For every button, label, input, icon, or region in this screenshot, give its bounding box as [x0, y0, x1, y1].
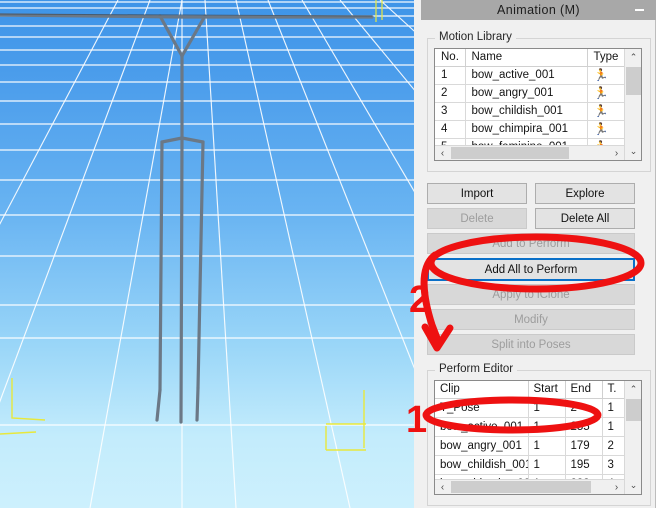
scroll-down-icon[interactable]: ⌄	[625, 477, 641, 494]
cell-end: 2	[565, 398, 603, 418]
scroll-up-icon[interactable]: ⌃	[625, 49, 641, 66]
cell-end: 179	[565, 436, 603, 456]
cell-clip: bow_childish_001	[435, 455, 529, 475]
scroll-left-icon[interactable]: ‹	[435, 146, 450, 160]
cell-start: 1	[528, 455, 566, 475]
run-icon: 🏃	[587, 66, 626, 85]
cell-start: 1	[528, 436, 566, 456]
perform-editor-vertical-scrollbar[interactable]: ⌃ ⌄	[624, 381, 641, 494]
motion-library-group: Motion Library No. Name Type 1 bow_activ…	[427, 31, 651, 172]
table-row[interactable]: bow_active_001 1 255 1	[435, 417, 626, 437]
scroll-right-icon[interactable]: ›	[609, 480, 624, 494]
table-row[interactable]: bow_angry_001 1 179 2	[435, 436, 626, 456]
cell-t: 1	[602, 417, 626, 437]
import-button[interactable]: Import	[427, 183, 527, 204]
run-icon: 🏃	[587, 102, 626, 121]
column-header-t[interactable]: T.	[602, 381, 626, 399]
cell-name: bow_chimpira_001	[465, 120, 588, 139]
cell-no: 1	[435, 66, 466, 85]
perform-editor-horizontal-scrollbar[interactable]: ‹ ›	[435, 479, 624, 494]
cell-t: 3	[602, 455, 626, 475]
cell-clip: T_Pose	[435, 398, 529, 418]
panel-body: Motion Library No. Name Type 1 bow_activ…	[421, 20, 656, 508]
scrollbar-thumb[interactable]	[451, 481, 591, 493]
perform-editor-list[interactable]: Clip Start End T. T_Pose 1 2 1 bow_activ…	[434, 380, 642, 495]
modify-button: Modify	[427, 309, 635, 330]
table-row[interactable]: 4 bow_chimpira_001 🏃	[435, 120, 626, 139]
motion-library-list[interactable]: No. Name Type 1 bow_active_001 🏃 2 bow_a…	[434, 48, 642, 161]
cell-clip: bow_angry_001	[435, 436, 529, 456]
scrollbar-thumb[interactable]	[451, 147, 569, 159]
table-row[interactable]: T_Pose 1 2 1	[435, 398, 626, 418]
minimize-button[interactable]	[630, 0, 648, 20]
scroll-left-icon[interactable]: ‹	[435, 480, 450, 494]
cell-start: 1	[528, 417, 566, 437]
motion-library-vertical-scrollbar[interactable]: ⌃ ⌄	[624, 49, 641, 160]
add-all-to-perform-button[interactable]: Add All to Perform	[427, 258, 635, 281]
cell-name: bow_childish_001	[465, 102, 588, 121]
explore-button[interactable]: Explore	[535, 183, 635, 204]
viewport-grid	[0, 0, 414, 508]
delete-all-button[interactable]: Delete All	[535, 208, 635, 229]
column-header-clip[interactable]: Clip	[435, 381, 529, 399]
application-window: Animation (M) Motion Library No. Name Ty…	[0, 0, 656, 508]
cell-no: 4	[435, 120, 466, 139]
perform-editor-table: Clip Start End T. T_Pose 1 2 1 bow_activ…	[435, 381, 626, 494]
motion-library-horizontal-scrollbar[interactable]: ‹ ›	[435, 145, 624, 160]
delete-button: Delete	[427, 208, 527, 229]
3d-viewport[interactable]	[0, 0, 414, 508]
cell-end: 195	[565, 455, 603, 475]
apply-to-iclone-button: Apply to iClone	[427, 284, 635, 305]
cell-end: 255	[565, 417, 603, 437]
animation-panel: Animation (M) Motion Library No. Name Ty…	[414, 0, 656, 508]
cell-name: bow_angry_001	[465, 84, 588, 103]
table-header-row: No. Name Type	[435, 49, 626, 67]
column-header-start[interactable]: Start	[528, 381, 566, 399]
column-header-end[interactable]: End	[565, 381, 603, 399]
cell-t: 2	[602, 436, 626, 456]
table-row[interactable]: 2 bow_angry_001 🏃	[435, 84, 626, 103]
cell-start: 1	[528, 398, 566, 418]
column-header-type[interactable]: Type	[587, 49, 626, 67]
run-icon: 🏃	[587, 84, 626, 103]
table-row[interactable]: 1 bow_active_001 🏃	[435, 66, 626, 85]
table-row[interactable]: bow_childish_001 1 195 3	[435, 455, 626, 475]
scroll-up-icon[interactable]: ⌃	[625, 381, 641, 398]
run-icon: 🏃	[587, 120, 626, 139]
column-header-name[interactable]: Name	[465, 49, 588, 67]
motion-library-label: Motion Library	[435, 31, 516, 43]
cell-t: 1	[602, 398, 626, 418]
scrollbar-thumb[interactable]	[626, 399, 641, 421]
perform-editor-label: Perform Editor	[435, 363, 518, 375]
scroll-right-icon[interactable]: ›	[609, 146, 624, 160]
table-header-row: Clip Start End T.	[435, 381, 626, 399]
motion-library-table: No. Name Type 1 bow_active_001 🏃 2 bow_a…	[435, 49, 626, 157]
split-into-poses-button: Split into Poses	[427, 334, 635, 355]
panel-titlebar[interactable]: Animation (M)	[421, 0, 656, 20]
cell-clip: bow_active_001	[435, 417, 529, 437]
scrollbar-thumb[interactable]	[626, 67, 641, 95]
perform-editor-group: Perform Editor Clip Start End T. T_Pose …	[427, 363, 651, 506]
cell-name: bow_active_001	[465, 66, 588, 85]
column-header-no[interactable]: No.	[435, 49, 466, 67]
panel-title: Animation (M)	[497, 3, 580, 17]
cell-no: 3	[435, 102, 466, 121]
cell-no: 2	[435, 84, 466, 103]
table-row[interactable]: 3 bow_childish_001 🏃	[435, 102, 626, 121]
add-to-perform-button: Add to Perform	[427, 233, 635, 254]
scroll-down-icon[interactable]: ⌄	[625, 143, 641, 160]
